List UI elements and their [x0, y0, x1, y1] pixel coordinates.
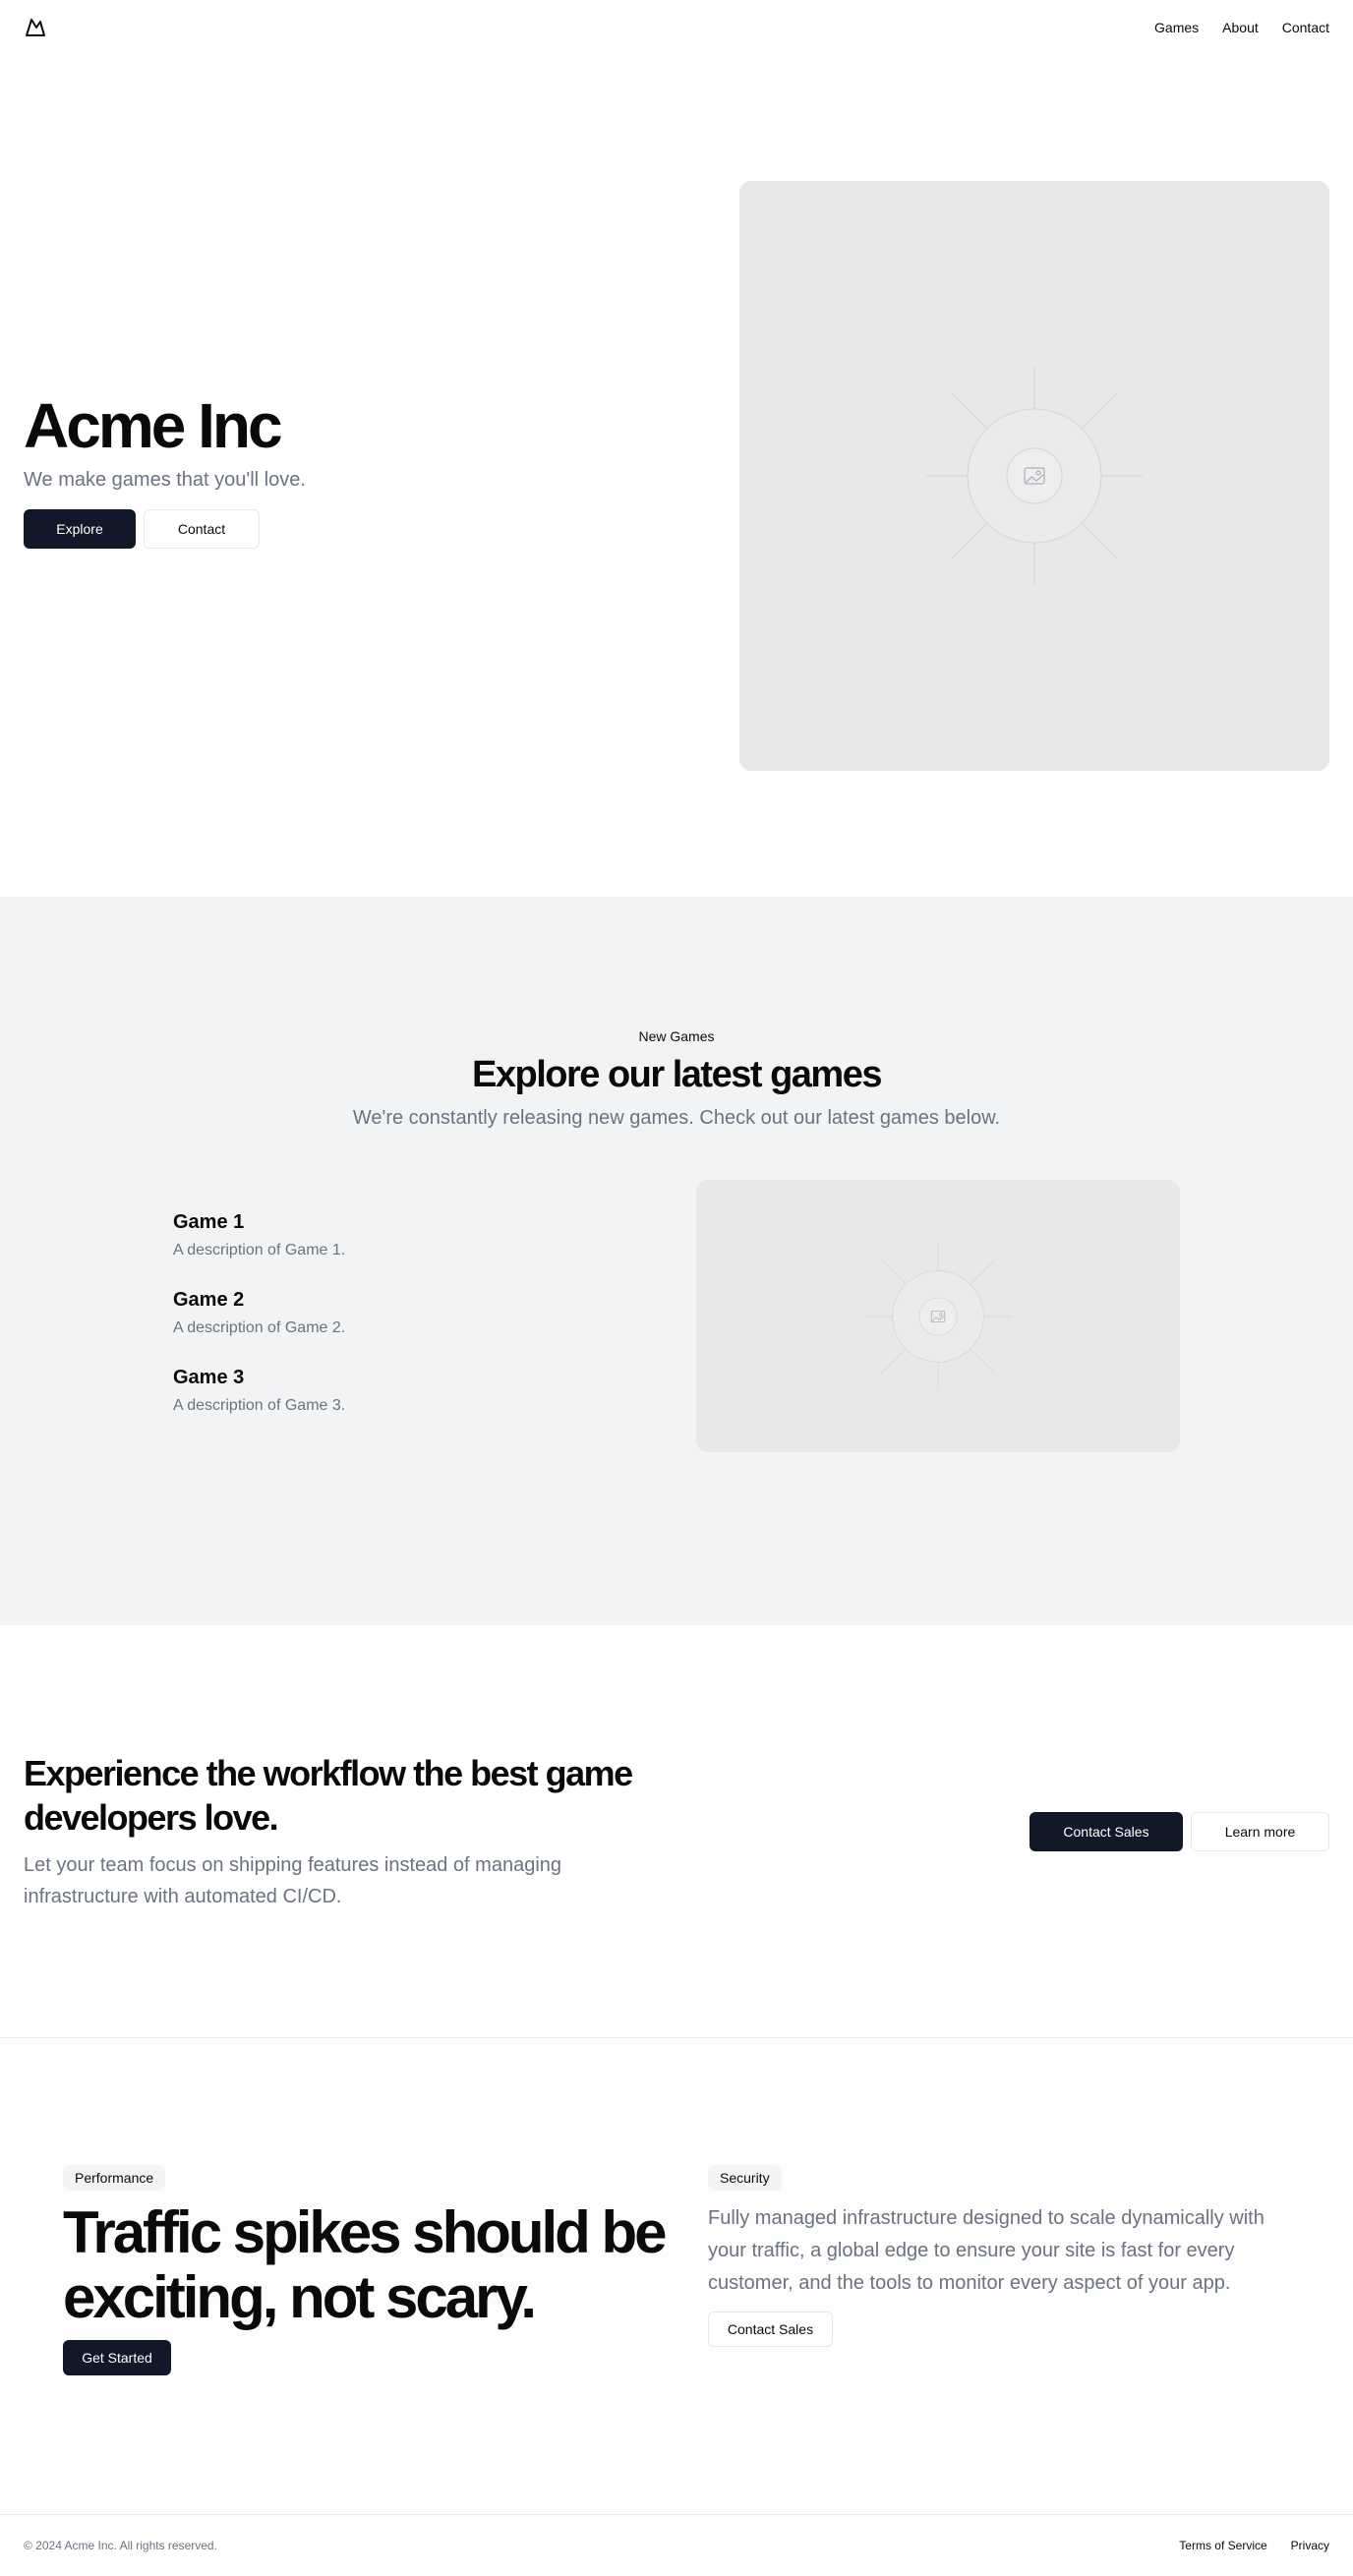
game-description: A description of Game 2. [173, 1319, 346, 1336]
terms-link[interactable]: Terms of Service [1179, 2539, 1266, 2552]
privacy-link[interactable]: Privacy [1291, 2539, 1329, 2552]
hero-title: Acme Inc [24, 390, 283, 461]
hero-section: Acme Inc We make games that you'll love.… [0, 55, 1353, 897]
cta-title: Experience the workflow the best game de… [24, 1753, 633, 1838]
hero-text: Acme Inc We make games that you'll love.… [24, 394, 653, 549]
footer-links: Terms of Service Privacy [1179, 2539, 1329, 2552]
mountain-logo-icon[interactable] [24, 16, 47, 39]
explore-button[interactable]: Explore [24, 509, 136, 549]
game-name: Game 2 [173, 1289, 245, 1311]
site-header: Games About Contact [0, 0, 1353, 55]
game-description: A description of Game 3. [173, 1397, 346, 1414]
workflow-cta-section: Experience the workflow the best game de… [0, 1625, 1353, 2038]
games-subtitle: We're constantly releasing new games. Ch… [352, 1107, 1001, 1129]
games-title: Explore our latest games [472, 1054, 882, 1095]
nav-link-games[interactable]: Games [1154, 20, 1199, 35]
games-eyebrow: New Games [638, 1028, 715, 1044]
security-contact-sales-button[interactable]: Contact Sales [708, 2312, 833, 2347]
copyright-text: © 2024 Acme Inc. All rights reserved. [24, 2539, 217, 2552]
game-name: Game 3 [173, 1367, 245, 1388]
get-started-button[interactable]: Get Started [63, 2340, 171, 2375]
learn-more-button[interactable]: Learn more [1191, 1812, 1329, 1851]
security-text: Fully managed infrastructure designed to… [708, 2207, 1265, 2294]
security-feature: Security Fully managed infrastructure de… [708, 2165, 1298, 2347]
game-item[interactable]: Game 2 A description of Game 2. [173, 1289, 645, 1337]
image-placeholder-icon [864, 1242, 1012, 1390]
site-footer: © 2024 Acme Inc. All rights reserved. Te… [0, 2514, 1353, 2576]
game-description: A description of Game 1. [173, 1242, 346, 1259]
features-section: Performance Traffic spikes should be exc… [0, 2039, 1353, 2514]
hero-buttons: Explore Contact [24, 509, 653, 549]
security-badge: Security [708, 2165, 782, 2191]
performance-title: Traffic spikes should be exciting, not s… [63, 2199, 668, 2330]
contact-button[interactable]: Contact [144, 509, 260, 549]
game-name: Game 1 [173, 1211, 245, 1233]
main-nav: Games About Contact [1154, 20, 1329, 35]
nav-link-about[interactable]: About [1222, 20, 1259, 35]
nav-link-contact[interactable]: Contact [1282, 20, 1329, 35]
cta-buttons: Contact Sales Learn more [1029, 1812, 1329, 1851]
contact-sales-button[interactable]: Contact Sales [1029, 1812, 1183, 1851]
hero-image-placeholder [739, 181, 1329, 771]
games-section: New Games Explore our latest games We're… [0, 897, 1353, 1625]
cta-subtitle: Let your team focus on shipping features… [24, 1854, 562, 1907]
games-image-placeholder [696, 1180, 1180, 1452]
game-item[interactable]: Game 3 A description of Game 3. [173, 1367, 645, 1415]
performance-feature: Performance Traffic spikes should be exc… [63, 2165, 673, 2375]
game-item[interactable]: Game 1 A description of Game 1. [173, 1211, 645, 1259]
game-list: Game 1 A description of Game 1. Game 2 A… [173, 1211, 645, 1444]
performance-badge: Performance [63, 2165, 166, 2191]
hero-subtitle: We make games that you'll love. [24, 469, 306, 491]
image-placeholder-icon [926, 368, 1143, 584]
